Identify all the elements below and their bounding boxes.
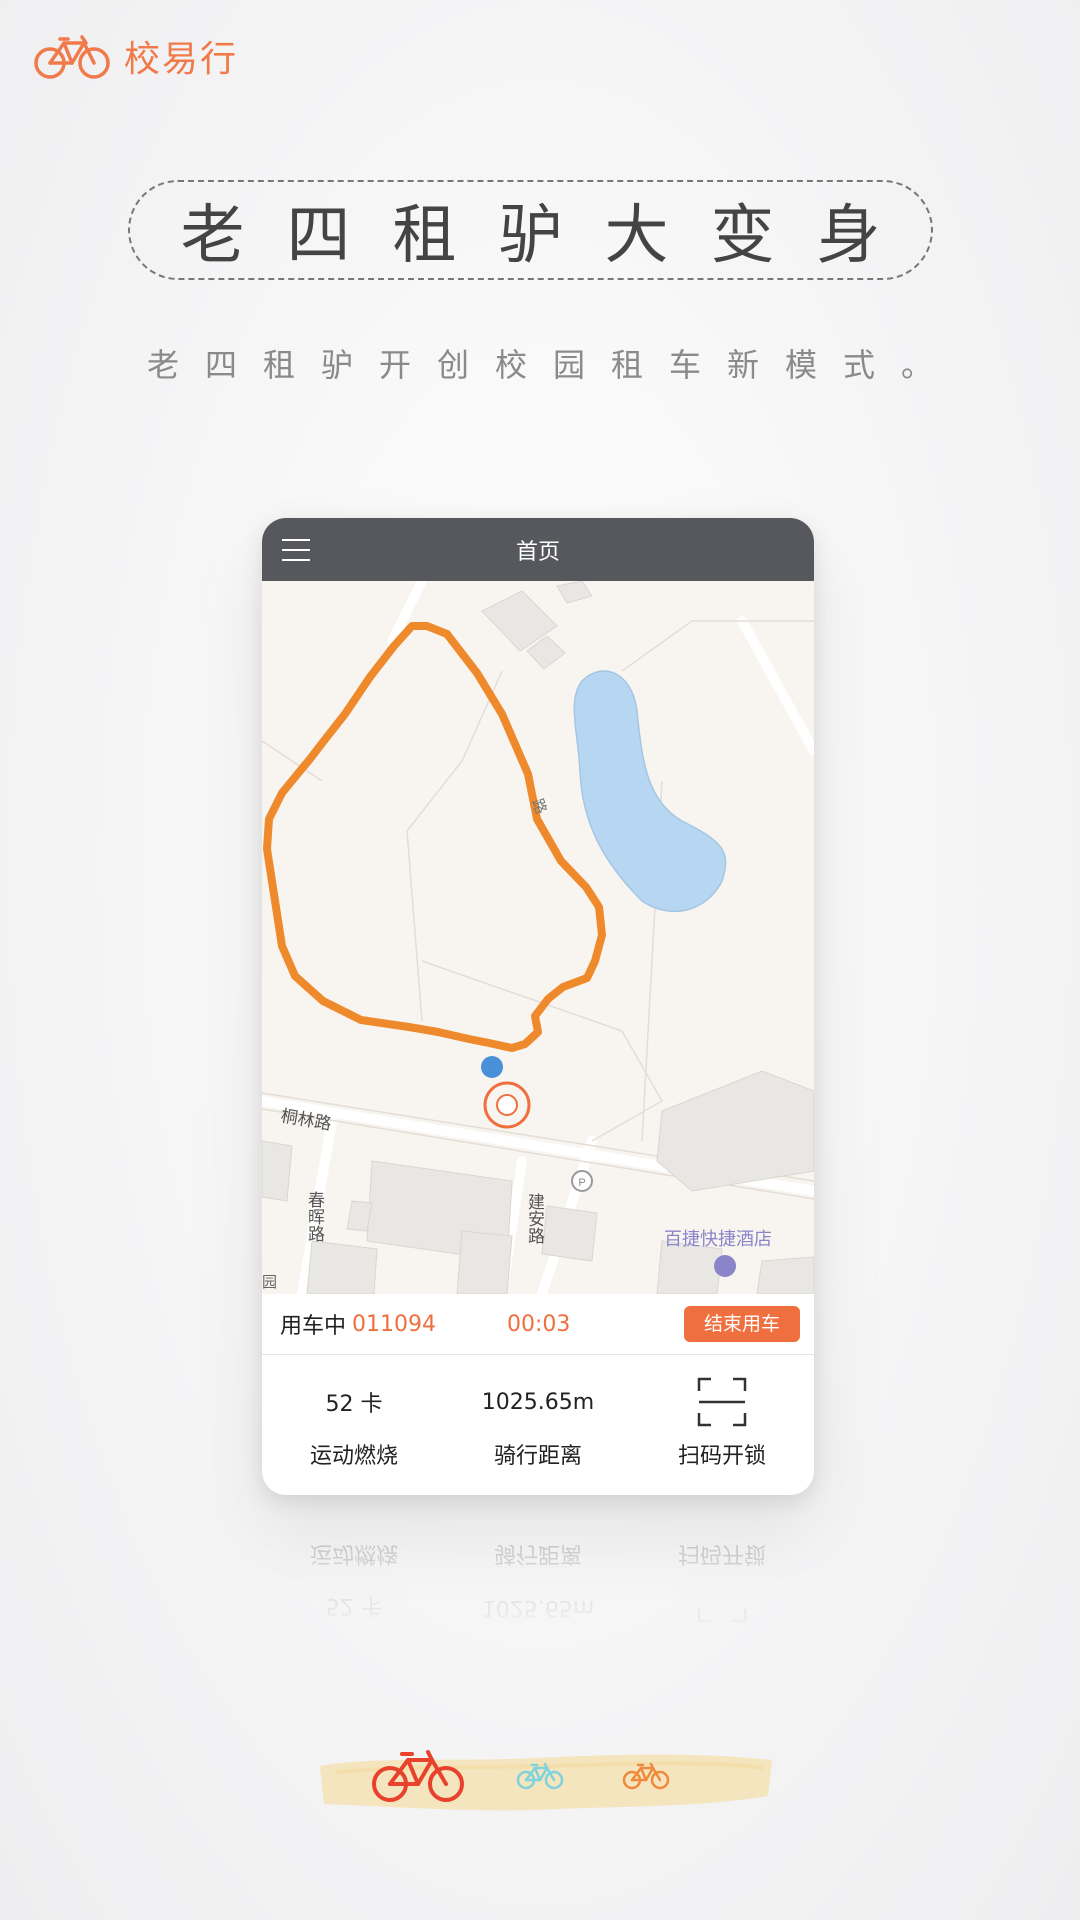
map-label-corner: 园 bbox=[262, 1273, 277, 1291]
topbar-title: 首页 bbox=[515, 539, 560, 565]
app-topbar: 首页 bbox=[262, 518, 814, 581]
distance-value: 1025.65m bbox=[481, 1389, 595, 1415]
bike-select-cyan[interactable] bbox=[516, 1760, 564, 1790]
calories-value: 52 卡 bbox=[325, 1392, 383, 1417]
stat-distance: 1025.65m 骑行距离 bbox=[446, 1355, 630, 1495]
headline: 老四租驴大变身 bbox=[180, 199, 923, 273]
bike-select-orange[interactable] bbox=[622, 1760, 670, 1790]
map-label-jianan-road: 建安路 bbox=[524, 1193, 545, 1244]
bicycle-icon bbox=[516, 1762, 564, 1790]
svg-text:P: P bbox=[578, 1177, 585, 1189]
ride-stats: 52 卡 运动燃烧 1025.65m 骑行距离 扫码开锁 bbox=[262, 1355, 814, 1495]
ride-timer: 00:03 bbox=[507, 1311, 571, 1337]
app-card: 首页 P 桐林路 春晖路 建安路 百捷快捷酒店 园 路 用车中 011094 0… bbox=[262, 518, 814, 1495]
map-label-hotel: 百捷快捷酒店 bbox=[664, 1229, 772, 1250]
scan-unlock-label: 扫码开锁 bbox=[677, 1444, 766, 1469]
ride-status-row: 用车中 011094 00:03 结束用车 bbox=[262, 1294, 814, 1355]
bicycle-icon bbox=[34, 35, 110, 79]
brand-name: 校易行 bbox=[124, 39, 239, 80]
map-canvas: P 桐林路 春晖路 建安路 百捷快捷酒店 园 路 bbox=[262, 581, 814, 1294]
headline-frame: 老四租驴大变身 bbox=[128, 180, 933, 280]
end-ride-button[interactable]: 结束用车 bbox=[683, 1306, 800, 1342]
bicycle-icon bbox=[372, 1750, 464, 1802]
bike-select-red[interactable] bbox=[370, 1744, 466, 1804]
stat-calories: 52 卡 运动燃烧 bbox=[262, 1355, 446, 1495]
scan-unlock-button[interactable]: 扫码开锁 bbox=[630, 1355, 814, 1495]
distance-label: 骑行距离 bbox=[493, 1444, 582, 1469]
scan-icon bbox=[697, 1377, 747, 1427]
card-reflection: 52 卡运动燃烧 1025.65m 骑行距离 扫码开锁 bbox=[309, 1541, 766, 1623]
map-view[interactable]: P 桐林路 春晖路 建安路 百捷快捷酒店 园 路 bbox=[262, 581, 814, 1294]
hamburger-icon[interactable] bbox=[282, 539, 310, 561]
bike-id: 011094 bbox=[352, 1311, 436, 1337]
bicycle-icon bbox=[622, 1762, 670, 1790]
brand-logo: 校易行 bbox=[32, 30, 238, 82]
subline: 老四租驴开创校园租车新模式。 bbox=[146, 346, 959, 384]
calories-label: 运动燃烧 bbox=[309, 1444, 398, 1469]
map-label-chunhui-road: 春晖路 bbox=[304, 1191, 325, 1242]
ride-status-label: 用车中 bbox=[280, 1314, 347, 1339]
